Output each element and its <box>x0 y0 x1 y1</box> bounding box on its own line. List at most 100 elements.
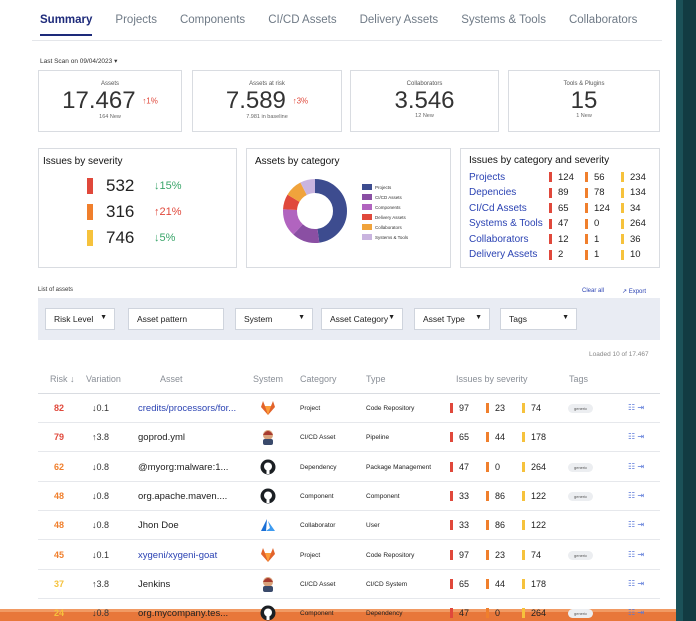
type-cell: Code Repository <box>366 551 415 559</box>
details-icon[interactable]: ☷ <box>628 491 635 500</box>
details-icon[interactable]: ☷ <box>628 403 635 412</box>
severity-marker <box>621 218 624 229</box>
category-severity-row: Collaborators 12 1 36 <box>469 232 657 246</box>
asset-name[interactable]: credits/processors/for... <box>138 403 248 414</box>
asset-name[interactable]: @myorg:malware:1... <box>138 462 248 473</box>
severity-count: 122 <box>522 490 558 501</box>
open-icon[interactable]: ⇥ <box>637 579 644 588</box>
category-link[interactable]: CI/Cd Assets <box>469 203 549 214</box>
col-asset[interactable]: Asset <box>160 374 183 384</box>
tab-projects[interactable]: Projects <box>115 14 157 36</box>
asset-name[interactable]: org.mycompany.tes... <box>138 608 248 619</box>
open-icon[interactable]: ⇥ <box>637 462 644 471</box>
col-type[interactable]: Type <box>366 374 386 384</box>
asset-name[interactable]: org.apache.maven.... <box>138 491 248 502</box>
caret-down-icon: ▼ <box>475 314 482 321</box>
col-system[interactable]: System <box>253 374 283 384</box>
severity-marker <box>621 187 624 198</box>
severity-count: 86 <box>486 520 522 531</box>
risk-score: 24 <box>54 608 65 619</box>
legend-item: Components <box>362 202 408 212</box>
clear-all-link[interactable]: Clear all <box>582 288 604 294</box>
category-link[interactable]: Systems & Tools <box>469 218 549 229</box>
table-row[interactable]: 37 ↑3.8 Jenkins CI/CD Asset CI/CD System 65 44… <box>38 570 660 599</box>
table-row[interactable]: 79 ↑3.8 goprod.yml CI/CD Asset Pipeline 65 44 1… <box>38 423 660 453</box>
risk-score: 48 <box>54 520 65 531</box>
tab-cicd-assets[interactable]: CI/CD Assets <box>268 14 336 36</box>
asset-name[interactable]: goprod.yml <box>138 432 248 443</box>
asset-name[interactable]: Jhon Doe <box>138 520 248 531</box>
open-icon[interactable]: ⇥ <box>637 608 644 617</box>
severity-marker <box>585 172 588 182</box>
kpi-tools-plugins: Tools & Plugins 15 1 New <box>508 70 660 132</box>
severity-marker <box>585 218 588 229</box>
last-scan-dropdown[interactable]: Last Scan on 09/04/2023 ▾ <box>40 57 117 65</box>
tags-select[interactable]: Tags ▼ <box>500 308 577 330</box>
system-select[interactable]: System ▼ <box>235 308 313 330</box>
details-icon[interactable]: ☷ <box>628 550 635 559</box>
table-row[interactable]: 45 ↓0.1 xygeni/xygeni-goat Project Code Repo… <box>38 541 660 570</box>
kpi-assets: Assets 17.467 ↑1% 164 New <box>38 70 182 132</box>
asset-type-select[interactable]: Asset Type ▼ <box>414 308 490 330</box>
severity-count: 47 <box>549 218 585 229</box>
severity-marker <box>486 432 489 443</box>
col-variation[interactable]: Variation <box>86 374 121 384</box>
table-row[interactable]: 82 ↓0.1 credits/processors/for... Project Co… <box>38 394 660 423</box>
open-icon[interactable]: ⇥ <box>637 550 644 559</box>
severity-marker <box>486 461 489 472</box>
details-icon[interactable]: ☷ <box>628 608 635 617</box>
card-title: Assets by category <box>255 156 340 167</box>
issues-by-severity-card: Issues by severity 532 ↓15% 316 ↑21% 746… <box>38 148 237 268</box>
severity-marker <box>549 234 552 244</box>
tab-collaborators[interactable]: Collaborators <box>569 14 637 36</box>
details-icon[interactable]: ☷ <box>628 462 635 471</box>
type-cell: Pipeline <box>366 434 390 442</box>
type-cell: Component <box>366 492 400 500</box>
details-icon[interactable]: ☷ <box>628 520 635 529</box>
background-edge-dark <box>683 0 696 621</box>
category-link[interactable]: Delivery Assets <box>469 249 549 260</box>
legend-swatch <box>362 184 372 190</box>
tag-badge: generic <box>568 404 594 413</box>
asset-name[interactable]: xygeni/xygeni-goat <box>138 550 248 561</box>
details-icon[interactable]: ☷ <box>628 579 635 588</box>
list-title: List of assets <box>38 287 74 293</box>
severity-marker <box>522 461 525 472</box>
table-row[interactable]: 48 ↓0.8 org.apache.maven.... Component Compo… <box>38 482 660 511</box>
risk-level-select[interactable]: Risk Level ▼ <box>45 308 115 330</box>
severity-row-high: 316 ↑21% <box>87 202 182 222</box>
asset-pattern-input[interactable]: Asset pattern <box>128 308 224 330</box>
details-icon[interactable]: ☷ <box>628 432 635 441</box>
tab-summary[interactable]: Summary <box>40 14 93 36</box>
export-link[interactable]: ↗ Export <box>622 288 646 295</box>
category-link[interactable]: Depencies <box>469 187 549 198</box>
tab-systems-tools[interactable]: Systems & Tools <box>461 14 546 36</box>
open-icon[interactable]: ⇥ <box>637 403 644 412</box>
github-icon <box>260 488 276 504</box>
open-icon[interactable]: ⇥ <box>637 520 644 529</box>
severity-marker <box>486 608 489 619</box>
col-category[interactable]: Category <box>300 374 337 384</box>
donut-chart <box>283 179 347 243</box>
category-link[interactable]: Collaborators <box>469 234 549 245</box>
table-row[interactable]: 24 ↓0.8 org.mycompany.tes... Component Depen… <box>38 599 660 621</box>
asset-category-select[interactable]: Asset Category ▼ <box>321 308 403 330</box>
tab-delivery-assets[interactable]: Delivery Assets <box>360 14 439 36</box>
open-icon[interactable]: ⇥ <box>637 491 644 500</box>
legend-swatch <box>362 204 372 210</box>
tab-components[interactable]: Components <box>180 14 245 36</box>
col-risk[interactable]: Risk ↓ <box>50 374 75 384</box>
open-icon[interactable]: ⇥ <box>637 432 644 441</box>
severity-count: 122 <box>522 520 558 531</box>
category-link[interactable]: Projects <box>469 172 549 183</box>
severity-count: 23 <box>486 403 522 413</box>
row-actions: ☷ ⇥ <box>628 491 644 500</box>
asset-name[interactable]: Jenkins <box>138 579 248 590</box>
table-row[interactable]: 48 ↓0.8 Jhon Doe Collaborator User 33 86 122 ☷ ⇥ <box>38 511 660 541</box>
col-issues[interactable]: Issues by severity <box>456 374 528 384</box>
col-tags[interactable]: Tags <box>569 374 588 384</box>
table-row[interactable]: 62 ↓0.8 @myorg:malware:1... Dependency Packa… <box>38 453 660 482</box>
legend-swatch <box>362 214 372 220</box>
severity-marker <box>522 549 525 560</box>
severity-marker <box>522 432 525 443</box>
